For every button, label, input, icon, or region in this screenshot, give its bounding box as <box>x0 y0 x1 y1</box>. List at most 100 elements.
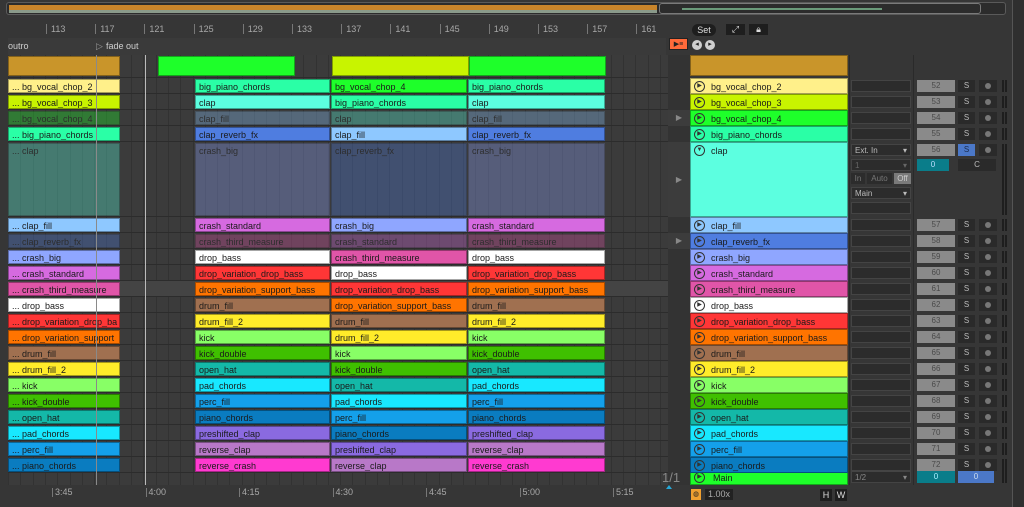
clip[interactable]: crash_big <box>195 143 330 216</box>
track-lane[interactable]: ... kick pad_chords open_hat pad_chords <box>8 377 668 393</box>
clip[interactable]: drop_variation_drop_bass <box>468 266 605 280</box>
clip[interactable]: clap_reverb_fx <box>331 143 467 216</box>
arm-button[interactable] <box>979 459 997 471</box>
clip[interactable]: reverse_clap <box>195 442 330 456</box>
clip[interactable]: ... drop_bass <box>8 298 120 312</box>
track-io-slot[interactable] <box>851 379 911 391</box>
output-sub-select[interactable] <box>851 202 911 214</box>
clip[interactable]: drop_variation_support_bass <box>468 282 605 296</box>
clip[interactable]: ... drum_fill_2 <box>8 362 120 376</box>
track-header[interactable]: ▶ drop_variation_support_bass <box>690 329 848 345</box>
arm-button[interactable] <box>979 235 997 247</box>
track-io-slot[interactable] <box>851 347 911 359</box>
w-button[interactable]: W <box>835 489 847 501</box>
clip[interactable]: ... drum_fill <box>8 346 120 360</box>
clip[interactable]: drum_fill_2 <box>195 314 330 328</box>
clip[interactable]: drop_variation_drop_bass <box>195 266 330 280</box>
fold-arrow-icon[interactable]: ▶ <box>668 233 690 249</box>
clip[interactable]: kick_double <box>331 362 467 376</box>
track-lane[interactable]: ... bg_vocal_chop_3 clap big_piano_chords c… <box>8 94 668 110</box>
clip[interactable]: clap_fill <box>331 127 467 141</box>
track-lane[interactable]: ... piano_chords reverse_crash reverse_cla… <box>8 457 668 473</box>
locator-fade-out[interactable]: fade out <box>106 41 139 51</box>
track-io-slot[interactable] <box>851 443 911 455</box>
arm-button[interactable] <box>979 283 997 295</box>
clip[interactable]: clap <box>468 95 605 109</box>
output-select[interactable]: Main ▾ <box>851 187 911 199</box>
arm-button[interactable] <box>979 80 997 92</box>
track-lane[interactable]: ... kick_double perc_fill pad_chords perc_f… <box>8 393 668 409</box>
collapse-icon[interactable]: ▼ <box>694 145 705 156</box>
group-clip[interactable] <box>158 56 295 76</box>
track-number[interactable]: 61 <box>917 283 955 295</box>
track-lane[interactable]: ... pad_chords preshifted_clap piano_chord… <box>8 425 668 441</box>
locator-flag-icon[interactable]: ▷ <box>96 41 103 52</box>
track-lane[interactable]: ... drop_variation_drop_ba drum_fill_2 dru… <box>8 313 668 329</box>
solo-button[interactable]: S <box>958 144 975 156</box>
clip[interactable]: drum_fill_2 <box>331 330 467 344</box>
arm-button[interactable] <box>979 251 997 263</box>
solo-button[interactable]: S <box>958 251 975 263</box>
fold-arrow-icon[interactable]: ▶ <box>668 142 690 217</box>
track-number[interactable]: 71 <box>917 443 955 455</box>
clip[interactable]: reverse_clap <box>468 442 605 456</box>
track-io-slot[interactable] <box>851 283 911 295</box>
track-number[interactable]: 59 <box>917 251 955 263</box>
clip[interactable]: clap_reverb_fx <box>468 127 605 141</box>
solo-button[interactable]: S <box>958 347 975 359</box>
play-icon[interactable]: ▶ <box>694 348 705 359</box>
clip[interactable]: drop_bass <box>468 250 605 264</box>
set-locator-button[interactable]: Set <box>692 24 716 36</box>
clip[interactable]: ... crash_third_measure <box>8 282 120 296</box>
play-icon[interactable]: ▶ <box>694 252 705 263</box>
clip[interactable]: crash_standard <box>331 234 467 248</box>
play-icon[interactable]: ▶ <box>694 332 705 343</box>
clip[interactable]: reverse_clap <box>331 458 467 472</box>
clip[interactable]: kick <box>468 330 605 344</box>
track-io-slot[interactable] <box>851 299 911 311</box>
track-io-slot[interactable] <box>851 128 911 140</box>
monitor-auto-button[interactable]: Auto <box>867 173 892 184</box>
track-io-slot[interactable] <box>851 411 911 423</box>
clip[interactable]: ... big_piano_chords <box>8 127 120 141</box>
track-number[interactable]: 72 <box>917 459 955 471</box>
track-io-slot[interactable] <box>851 251 911 263</box>
clip[interactable]: drum_fill_2 <box>468 314 605 328</box>
arm-button[interactable] <box>979 219 997 231</box>
track-number[interactable]: 53 <box>917 96 955 108</box>
track-number[interactable]: 64 <box>917 331 955 343</box>
solo-button[interactable]: S <box>958 219 975 231</box>
track-lane[interactable]: ... clap_reverb_fx crash_third_measure cra… <box>8 233 668 249</box>
track-header[interactable]: ▶ bg_vocal_chop_4 <box>690 110 848 126</box>
play-icon[interactable]: ▶ <box>694 129 705 140</box>
clip[interactable]: ... perc_fill <box>8 442 120 456</box>
clip[interactable]: ... kick <box>8 378 120 392</box>
clip[interactable]: preshifted_clap <box>468 426 605 440</box>
solo-button[interactable]: S <box>958 235 975 247</box>
play-icon[interactable]: ▶ <box>694 396 705 407</box>
track-header[interactable]: ▶ kick <box>690 377 848 393</box>
track-header[interactable]: ▶ crash_standard <box>690 265 848 281</box>
clip[interactable]: drop_variation_drop_bass <box>331 282 467 296</box>
clip[interactable]: pad_chords <box>195 378 330 392</box>
tempo-scale[interactable]: 1.00x <box>705 489 733 500</box>
track-header[interactable]: ▶ clap_fill <box>690 217 848 233</box>
track-lane[interactable]: ... drum_fill_2 open_hat kick_double open_h… <box>8 361 668 377</box>
play-icon[interactable]: ▶ <box>694 300 705 311</box>
play-icon[interactable]: ▶ <box>694 113 705 124</box>
crossfade-assign[interactable]: C <box>958 159 996 171</box>
track-io-slot[interactable] <box>851 395 911 407</box>
overview-bar[interactable] <box>6 2 1006 15</box>
clip[interactable]: open_hat <box>331 378 467 392</box>
play-icon[interactable]: ▶ <box>694 380 705 391</box>
prev-locator-icon[interactable]: ◂ <box>692 40 702 50</box>
play-icon[interactable]: ▶ <box>694 412 705 423</box>
monitor-in-button[interactable]: In <box>851 173 865 184</box>
arm-button[interactable] <box>979 128 997 140</box>
arm-button[interactable] <box>979 363 997 375</box>
clip[interactable]: kick <box>195 330 330 344</box>
fold-arrow-icon[interactable]: ▶ <box>668 110 690 126</box>
clip[interactable]: drop_bass <box>331 266 467 280</box>
play-icon[interactable]: ▶ <box>694 268 705 279</box>
track-lane[interactable]: ... crash_standard drop_variation_drop_ba… <box>8 265 668 281</box>
